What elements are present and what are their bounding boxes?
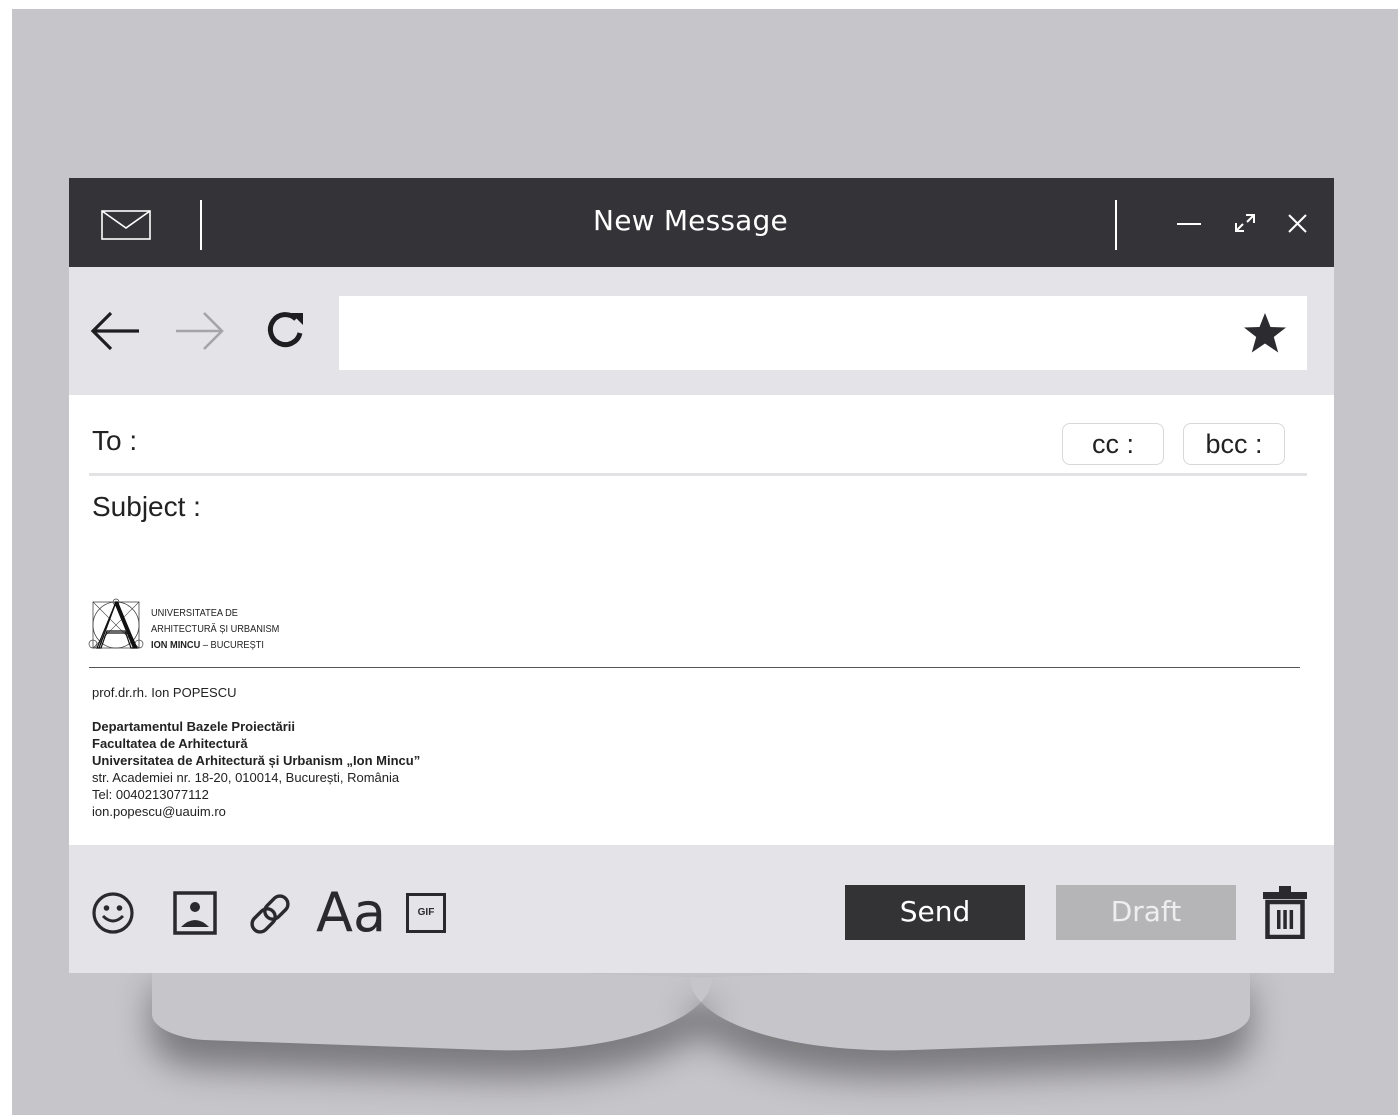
logo-line-3-rest: – BUCUREȘTI — [200, 639, 264, 651]
close-icon[interactable] — [1283, 208, 1313, 238]
compose-window: New Message To: cc: bcc: Subject: UN… — [69, 178, 1334, 973]
to-field[interactable]: To : — [92, 425, 137, 457]
refresh-icon[interactable] — [259, 305, 311, 357]
logo-line-3: ION MINCU – BUCUREȘTI — [151, 637, 279, 653]
window-title: New Message — [593, 204, 788, 237]
signature-university: Universitatea de Arhitectură și Urbanism… — [92, 753, 421, 768]
send-button[interactable]: Send — [845, 885, 1025, 940]
signature-phone: Tel: 0040213077112 — [92, 787, 209, 802]
signature-name: prof.dr.rh. Ion POPESCU — [92, 685, 237, 700]
university-logo — [88, 598, 144, 649]
cc-button[interactable]: cc : — [1062, 423, 1164, 465]
signature-details: Departamentul Bazele Proiectării Faculta… — [92, 718, 420, 820]
logo-line-2: ARHITECTURĂ ȘI URBANISM — [151, 623, 280, 635]
signature-department: Departamentul Bazele Proiectării — [92, 719, 296, 734]
to-divider — [89, 473, 1307, 476]
compose-toolbar: Aa GIF Send Draft — [69, 845, 1334, 973]
subject-field[interactable]: Subject : — [92, 491, 201, 523]
signature-divider — [89, 667, 1300, 668]
signature-faculty: Facultatea de Arhitectură — [92, 736, 248, 751]
title-bar: New Message — [69, 178, 1334, 267]
draft-button[interactable]: Draft — [1056, 885, 1236, 940]
bcc-button[interactable]: bcc : — [1183, 423, 1285, 465]
titlebar-separator-right — [1115, 200, 1117, 250]
forward-arrow-icon[interactable] — [174, 305, 226, 357]
logo-line-1: UNIVERSITATEA DE — [151, 607, 238, 619]
expand-icon[interactable] — [1230, 208, 1260, 238]
signature-email[interactable]: ion.popescu@uauim.ro — [92, 803, 420, 820]
signature-address: str. Academiei nr. 18-20, 010014, Bucure… — [92, 770, 400, 785]
link-icon[interactable] — [247, 891, 293, 937]
logo-line-3-bold: ION MINCU — [151, 639, 201, 651]
star-icon[interactable] — [1243, 312, 1287, 354]
gif-icon[interactable]: GIF — [406, 893, 446, 933]
minimize-icon[interactable] — [1174, 208, 1204, 238]
address-bar[interactable] — [339, 296, 1307, 370]
font-icon[interactable]: Aa — [316, 881, 386, 945]
image-icon[interactable] — [173, 891, 217, 935]
trash-icon[interactable] — [1262, 885, 1308, 939]
emoji-icon[interactable] — [91, 891, 135, 935]
university-logo-text: UNIVERSITATEA DE ARHITECTURĂ ȘI URBANISM… — [151, 605, 279, 653]
navigation-bar — [69, 267, 1334, 395]
back-arrow-icon[interactable] — [89, 305, 141, 357]
